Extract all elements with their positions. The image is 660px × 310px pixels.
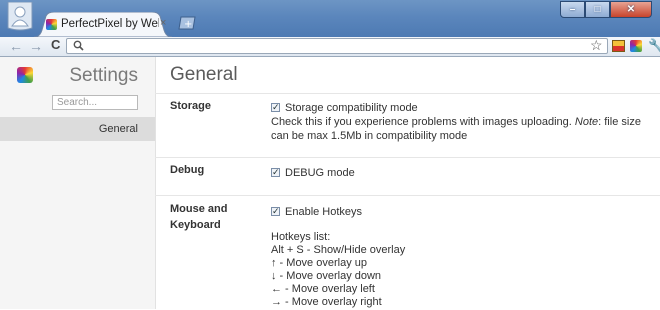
hotkey-item: Alt + S - Show/Hide overlay: [271, 244, 406, 256]
hotkey-item: ← - Move overlay left: [271, 283, 375, 295]
hotkeys-option: Enable Hotkeys Hotkeys list: Alt + S - S…: [271, 204, 651, 309]
search-input[interactable]: [52, 95, 138, 110]
debug-label: Debug: [170, 164, 205, 176]
storage-compatibility-option[interactable]: Storage compatibility mode: [271, 100, 651, 115]
close-window-button[interactable]: ✕: [610, 1, 652, 18]
address-bar[interactable]: [66, 38, 608, 54]
debug-section: Debug DEBUG mode: [155, 157, 660, 196]
bookmark-star-icon[interactable]: ☆: [590, 37, 603, 53]
storage-section: Storage Storage compatibility mode Check…: [155, 93, 660, 158]
hotkey-item: ↓ - Move overlay down: [271, 270, 382, 282]
search-icon: [73, 40, 84, 51]
storage-option: Storage compatibility mode Check this if…: [271, 100, 651, 143]
tab-perfectpixel[interactable]: PerfectPixel by WellDoneCode ×: [34, 12, 172, 37]
perfectpixel-logo-icon: [17, 67, 33, 83]
minimize-button[interactable]: –: [560, 1, 585, 18]
mouse-keyboard-label-line1: Mouse and: [170, 203, 228, 215]
enable-hotkeys-checkbox[interactable]: [271, 204, 280, 218]
window-controls: – □ ✕: [560, 1, 652, 18]
mouse-keyboard-label-line2: Keyboard: [170, 219, 221, 231]
mouse-keyboard-section: Mouse and Keyboard Enable Hotkeys Hotkey…: [155, 195, 660, 310]
debug-mode-label: DEBUG mode: [285, 167, 355, 179]
hotkey-item: → - Move overlay right: [271, 296, 382, 308]
maximize-button[interactable]: □: [585, 1, 610, 18]
mouse-keyboard-label: Mouse and Keyboard: [170, 201, 227, 233]
hotkey-item: ↑ - Move overlay up: [271, 257, 367, 269]
tab-close-icon[interactable]: ×: [160, 17, 166, 29]
reload-button[interactable]: C: [51, 37, 60, 52]
extension-icon[interactable]: [612, 40, 625, 52]
new-tab-button[interactable]: +: [178, 16, 196, 30]
sidebar-item-general[interactable]: General: [0, 117, 155, 141]
hotkeys-list-title: Hotkeys list:: [271, 231, 331, 243]
sidebar: Settings General: [0, 57, 156, 309]
sidebar-title: Settings: [69, 65, 138, 86]
storage-description: Check this if you experience problems wi…: [271, 115, 651, 143]
forward-button[interactable]: →: [29, 38, 43, 54]
page-title: General: [170, 64, 238, 85]
debug-option[interactable]: DEBUG mode: [271, 165, 651, 180]
storage-description-note: Note: [574, 116, 599, 128]
window-titlebar: PerfectPixel by WellDoneCode × + – □ ✕: [0, 0, 660, 37]
enable-hotkeys-label: Enable Hotkeys: [285, 206, 363, 218]
debug-mode-checkbox[interactable]: [271, 165, 280, 179]
perfectpixel-favicon-icon: [46, 19, 57, 30]
tab-title: PerfectPixel by WellDoneCode: [61, 18, 159, 30]
enable-hotkeys-option[interactable]: Enable Hotkeys: [271, 204, 651, 219]
storage-compatibility-label: Storage compatibility mode: [285, 102, 418, 114]
back-button[interactable]: ←: [9, 38, 23, 54]
storage-description-text: Check this if you experience problems wi…: [271, 116, 575, 128]
perfectpixel-extension-icon[interactable]: [630, 40, 642, 52]
settings-page: Settings General General Storage Storage…: [0, 57, 660, 309]
storage-compatibility-checkbox[interactable]: [271, 100, 280, 114]
wrench-icon[interactable]: 🔧: [648, 38, 660, 54]
storage-label: Storage: [170, 100, 211, 112]
svg-text:+: +: [184, 19, 192, 30]
profile-icon[interactable]: [6, 2, 34, 32]
browser-toolbar: ← → C ☆ 🔧: [0, 37, 660, 57]
